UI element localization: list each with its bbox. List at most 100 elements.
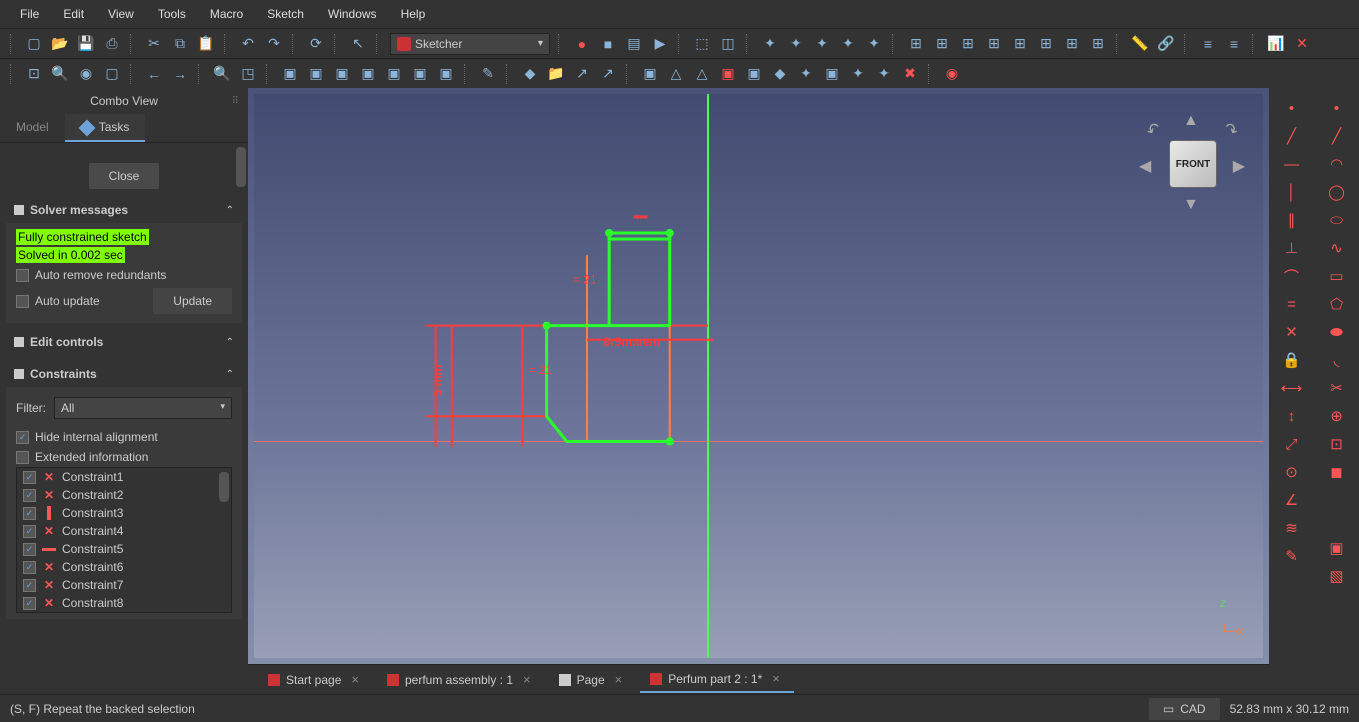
c2-icon[interactable]: △ <box>666 64 686 84</box>
c7-icon[interactable]: ✦ <box>796 64 816 84</box>
tab-tasks[interactable]: Tasks <box>65 114 146 142</box>
dist-tool-icon[interactable]: ⤢ <box>1282 434 1302 454</box>
sk-arc-icon[interactable]: ◠ <box>1327 154 1347 174</box>
menu-help[interactable]: Help <box>389 3 438 25</box>
extended-information[interactable]: Extended information <box>16 447 232 467</box>
solver-messages-header[interactable]: Solver messages⌃ <box>6 197 242 223</box>
link-icon[interactable]: 🔗 <box>1156 34 1176 54</box>
cube-rotate-ccw-icon[interactable]: ↶ <box>1143 118 1165 142</box>
t12-icon[interactable]: ⊞ <box>1062 34 1082 54</box>
v1-icon[interactable]: ▣ <box>280 64 300 84</box>
dim-tool-icon[interactable]: ✎ <box>1282 546 1302 566</box>
point-tool-icon[interactable]: • <box>1282 98 1302 118</box>
close-sketch-icon[interactable]: ✕ <box>1292 34 1312 54</box>
perp-tool-icon[interactable]: ⊥ <box>1282 238 1302 258</box>
t8-icon[interactable]: ⊞ <box>958 34 978 54</box>
doctab-page[interactable]: Page× <box>549 667 637 692</box>
c5-icon[interactable]: ▣ <box>744 64 764 84</box>
constraint-row[interactable]: ✓✕Constraint8 <box>17 594 231 612</box>
sym-tool-icon[interactable]: ✕ <box>1282 322 1302 342</box>
hdist-tool-icon[interactable]: ⟷ <box>1282 378 1302 398</box>
t13-icon[interactable]: ⊞ <box>1088 34 1108 54</box>
record-icon[interactable]: ● <box>572 34 592 54</box>
c3-icon[interactable]: △ <box>692 64 712 84</box>
t7-icon[interactable]: ⊞ <box>932 34 952 54</box>
t2-icon[interactable]: ✦ <box>786 34 806 54</box>
t10-icon[interactable]: ⊞ <box>1010 34 1030 54</box>
cube-arrow-left-icon[interactable]: ◀ <box>1139 156 1151 176</box>
t15-icon[interactable]: ≡ <box>1224 34 1244 54</box>
sk-ext-icon[interactable]: ⊕ <box>1327 406 1347 426</box>
scrollbar-thumb[interactable] <box>236 147 246 187</box>
sk-slot-icon[interactable]: ⬬ <box>1327 322 1347 342</box>
snell-tool-icon[interactable]: ≋ <box>1282 518 1302 538</box>
constraint-row[interactable]: ✓Constraint3 <box>17 504 231 522</box>
tangent-tool-icon[interactable]: ⌒ <box>1282 266 1302 286</box>
line-tool-icon[interactable]: ╱ <box>1282 126 1302 146</box>
cube-face-front[interactable]: FRONT <box>1169 140 1217 188</box>
v5-icon[interactable]: ▣ <box>384 64 404 84</box>
refresh-icon[interactable]: ⟳ <box>306 34 326 54</box>
close-button[interactable]: Close <box>89 163 160 189</box>
fit-icon[interactable]: ⊡ <box>24 64 44 84</box>
workbench-selector[interactable]: Sketcher ▾ <box>390 33 550 55</box>
filter-select[interactable]: All▾ <box>54 397 232 419</box>
t3-icon[interactable]: ✦ <box>812 34 832 54</box>
sk-carbon-icon[interactable]: ◼ <box>1327 462 1347 482</box>
close-tab-icon[interactable]: × <box>768 671 784 686</box>
open-icon[interactable]: 📂 <box>50 34 70 54</box>
close-tab-icon[interactable]: × <box>347 672 363 687</box>
v6-icon[interactable]: ▣ <box>410 64 430 84</box>
t11-icon[interactable]: ⊞ <box>1036 34 1056 54</box>
v3-icon[interactable]: ▣ <box>332 64 352 84</box>
fitsel-icon[interactable]: 🔍 <box>50 64 70 84</box>
constraint-row[interactable]: ✓✕Constraint2 <box>17 486 231 504</box>
group-icon[interactable]: ◫ <box>718 34 738 54</box>
menu-windows[interactable]: Windows <box>316 3 389 25</box>
radius-tool-icon[interactable]: ⊙ <box>1282 462 1302 482</box>
parallel-tool-icon[interactable]: ∥ <box>1282 210 1302 230</box>
sk-circle-icon[interactable]: ◯ <box>1327 182 1347 202</box>
sk-fillet-icon[interactable]: ◟ <box>1327 350 1347 370</box>
print-icon[interactable]: ⎙ <box>102 34 122 54</box>
block-tool-icon[interactable]: 🔒 <box>1282 350 1302 370</box>
sk-co-icon[interactable]: ⊡ <box>1327 434 1347 454</box>
doctab-assembly[interactable]: perfum assembly : 1× <box>377 667 545 692</box>
close-tab-icon[interactable]: × <box>519 672 535 687</box>
edit-controls-header[interactable]: Edit controls⌃ <box>6 329 242 355</box>
cursor-icon[interactable]: ↖ <box>348 34 368 54</box>
v2-icon[interactable]: ▣ <box>306 64 326 84</box>
sk-rect-icon[interactable]: ▭ <box>1327 266 1347 286</box>
constraint-row[interactable]: ✓✕Constraint7 <box>17 576 231 594</box>
sk-ellipse-icon[interactable]: ⬭ <box>1327 210 1347 230</box>
menu-file[interactable]: File <box>8 3 51 25</box>
close-tab-icon[interactable]: × <box>611 672 627 687</box>
panel-grip-icon[interactable]: ⠿ <box>232 96 240 107</box>
doctab-startpage[interactable]: Start page× <box>258 667 373 692</box>
t4-icon[interactable]: ✦ <box>838 34 858 54</box>
redo-icon[interactable]: ↷ <box>264 34 284 54</box>
fwd-icon[interactable]: → <box>170 64 190 84</box>
menu-macro[interactable]: Macro <box>198 3 255 25</box>
paste-icon[interactable]: 📋 <box>196 34 216 54</box>
auto-update-checkbox[interactable] <box>16 295 29 308</box>
sk-line-icon[interactable]: ╱ <box>1327 126 1347 146</box>
c9-icon[interactable]: ✦ <box>848 64 868 84</box>
constraint-row[interactable]: ✓✕Constraint4 <box>17 522 231 540</box>
zoom-icon[interactable]: 🔍 <box>212 64 232 84</box>
pencil-icon[interactable]: ✎ <box>478 64 498 84</box>
menu-sketch[interactable]: Sketch <box>255 3 316 25</box>
v4-icon[interactable]: ▣ <box>358 64 378 84</box>
tab-model[interactable]: Model <box>0 114 65 142</box>
c4-icon[interactable]: ▣ <box>718 64 738 84</box>
constraint-row[interactable]: ✓✕Constraint1 <box>17 468 231 486</box>
d1-icon[interactable]: ◉ <box>942 64 962 84</box>
delete-icon[interactable]: ✖ <box>900 64 920 84</box>
sk-point-icon[interactable]: • <box>1327 98 1347 118</box>
cube-rotate-cw-icon[interactable]: ↷ <box>1219 118 1241 142</box>
sk-trim-icon[interactable]: ✂ <box>1327 378 1347 398</box>
cut-icon[interactable]: ✂ <box>144 34 164 54</box>
iso-icon[interactable]: ◳ <box>238 64 258 84</box>
undo-icon[interactable]: ↶ <box>238 34 258 54</box>
c6-icon[interactable]: ◆ <box>770 64 790 84</box>
